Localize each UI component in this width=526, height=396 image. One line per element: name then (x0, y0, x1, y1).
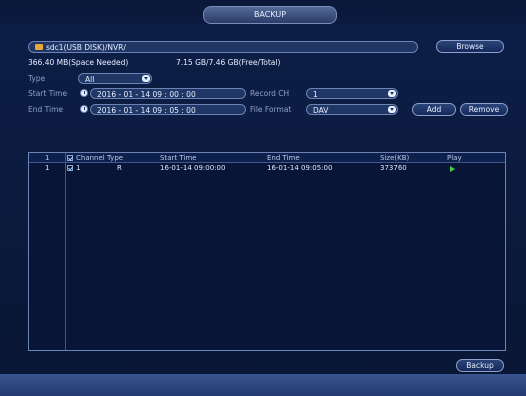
space-needed-text: 366.40 MB(Space Needed) (28, 58, 129, 67)
window-title: BACKUP (203, 6, 337, 24)
device-path-field[interactable]: sdc1(USB DISK)/NVR/ (28, 41, 418, 53)
record-ch-select[interactable]: 1 (306, 88, 398, 99)
row-index: 1 (45, 164, 50, 172)
end-time-field[interactable]: 2016 - 01 - 14 09 : 05 : 00 (90, 104, 246, 115)
column-separator (65, 153, 66, 350)
chevron-down-icon[interactable] (388, 106, 396, 113)
file-format-label: File Format (250, 105, 292, 114)
backup-button[interactable]: Backup (456, 359, 504, 372)
header-channel: Channel (76, 154, 105, 162)
table-header: 1 Channel Type Start Time End Time Size(… (29, 153, 505, 163)
title-bar: BACKUP (0, 0, 526, 24)
clock-icon[interactable] (80, 89, 88, 97)
backup-file-table: 1 Channel Type Start Time End Time Size(… (28, 152, 506, 351)
chevron-down-icon[interactable] (388, 90, 396, 97)
row-channel: 1 (76, 164, 81, 172)
header-size: Size(KB) (380, 154, 410, 162)
row-checkbox[interactable] (67, 165, 73, 171)
chevron-down-icon[interactable] (142, 75, 150, 82)
browse-button[interactable]: Browse (436, 40, 504, 53)
record-ch-value: 1 (313, 90, 318, 99)
type-select-value: All (85, 75, 95, 84)
add-button[interactable]: Add (412, 103, 456, 116)
row-type: R (117, 164, 122, 172)
clock-icon[interactable] (80, 105, 88, 113)
start-time-label: Start Time (28, 89, 68, 98)
backup-window: BACKUP sdc1(USB DISK)/NVR/ Browse 366.40… (0, 0, 526, 396)
row-end-time: 16-01-14 09:05:00 (267, 164, 333, 172)
remove-button[interactable]: Remove (460, 103, 508, 116)
status-bar (0, 374, 526, 396)
type-select[interactable]: All (78, 73, 152, 84)
header-play: Play (447, 154, 462, 162)
header-end-time: End Time (267, 154, 300, 162)
play-icon[interactable] (450, 166, 455, 172)
header-type: Type (107, 154, 124, 162)
end-time-label: End Time (28, 105, 63, 114)
select-all-checkbox[interactable] (67, 155, 73, 161)
device-path-text: sdc1(USB DISK)/NVR/ (46, 43, 126, 52)
row-start-time: 16-01-14 09:00:00 (160, 164, 226, 172)
start-time-field[interactable]: 2016 - 01 - 14 09 : 00 : 00 (90, 88, 246, 99)
header-index: 1 (45, 154, 50, 162)
row-size: 373760 (380, 164, 407, 172)
type-label: Type (28, 74, 46, 83)
header-start-time: Start Time (160, 154, 197, 162)
record-ch-label: Record CH (250, 89, 290, 98)
file-format-value: DAV (313, 106, 329, 115)
folder-icon (35, 44, 43, 50)
free-total-text: 7.15 GB/7.46 GB(Free/Total) (176, 58, 281, 67)
file-format-select[interactable]: DAV (306, 104, 398, 115)
